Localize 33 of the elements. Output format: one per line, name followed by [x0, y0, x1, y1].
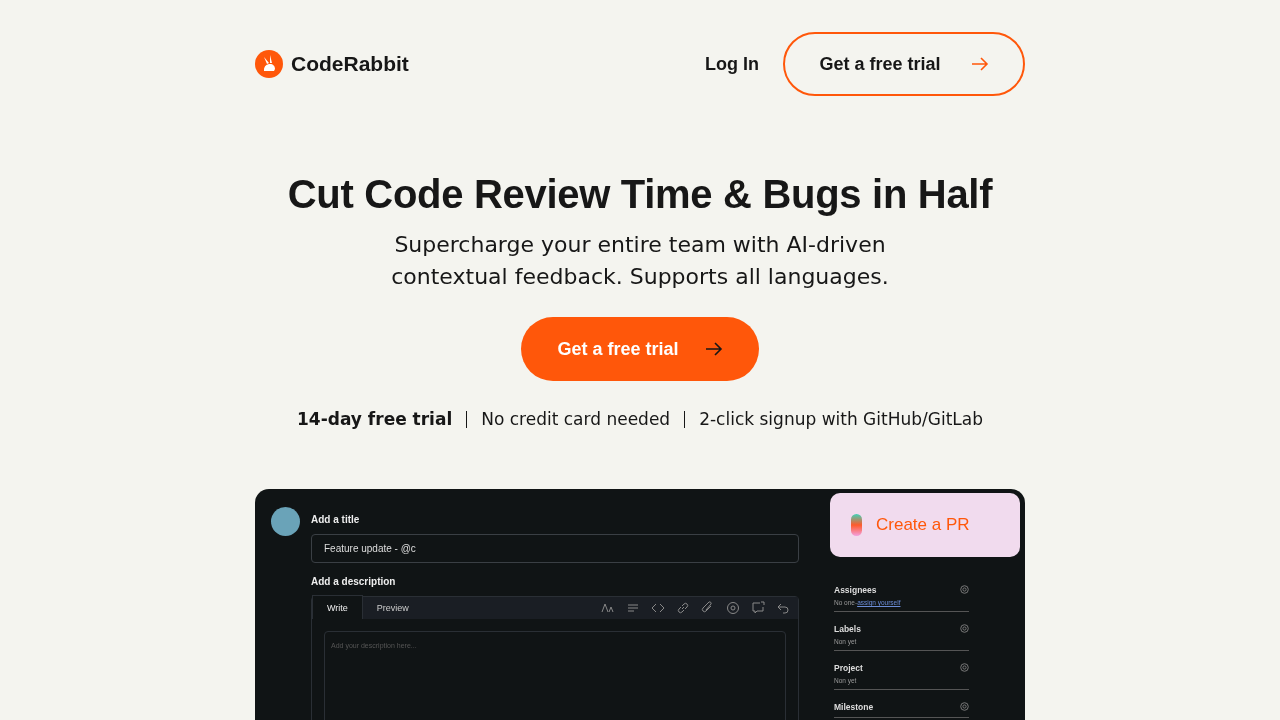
feature-text: No credit card needed: [480, 409, 672, 429]
editor-tab[interactable]: Preview: [362, 597, 423, 619]
sidebar-label: Assignees: [834, 585, 878, 595]
brand-name: CodeRabbit: [291, 52, 409, 76]
title-field[interactable]: Feature update - @c: [311, 534, 799, 563]
sidebar-label: Project: [834, 663, 864, 673]
arrow-right-icon: [704, 342, 723, 356]
text-size-icon[interactable]: [601, 601, 615, 615]
login-link[interactable]: Log In: [701, 49, 763, 79]
free-trial-button[interactable]: Get a free trial: [783, 32, 1025, 96]
link-icon[interactable]: [676, 601, 690, 615]
editor-tab[interactable]: Write: [312, 595, 363, 619]
settings-icon[interactable]: [960, 702, 969, 711]
hero-subtitle: Supercharge your entire team with AI-driven contextual feedback. Supports all languages.: [390, 231, 890, 291]
list-icon[interactable]: [626, 601, 640, 615]
arrow-right-icon: [970, 57, 989, 71]
field-label: Add a description: [311, 576, 397, 587]
settings-icon[interactable]: [960, 585, 969, 594]
hero-title: Cut Code Review Time & Bugs in Half: [286, 172, 994, 217]
field-label: Add a title: [311, 514, 361, 525]
undo-icon[interactable]: [776, 601, 790, 615]
feature-text: 14-day free trial: [296, 409, 454, 429]
settings-icon[interactable]: [960, 624, 969, 633]
sidebar-label: Milestone: [834, 702, 875, 712]
sidebar-label: Labels: [834, 624, 862, 634]
avatar-icon: [271, 507, 300, 536]
code-icon[interactable]: [651, 601, 665, 615]
settings-icon[interactable]: [960, 663, 969, 672]
rabbit-logo-icon: [255, 50, 283, 78]
feature-text: 2-click signup with GitHub/GitLab: [698, 409, 984, 429]
comment-icon[interactable]: [751, 601, 765, 615]
attach-icon[interactable]: [701, 601, 715, 615]
pill-icon: [851, 514, 862, 536]
